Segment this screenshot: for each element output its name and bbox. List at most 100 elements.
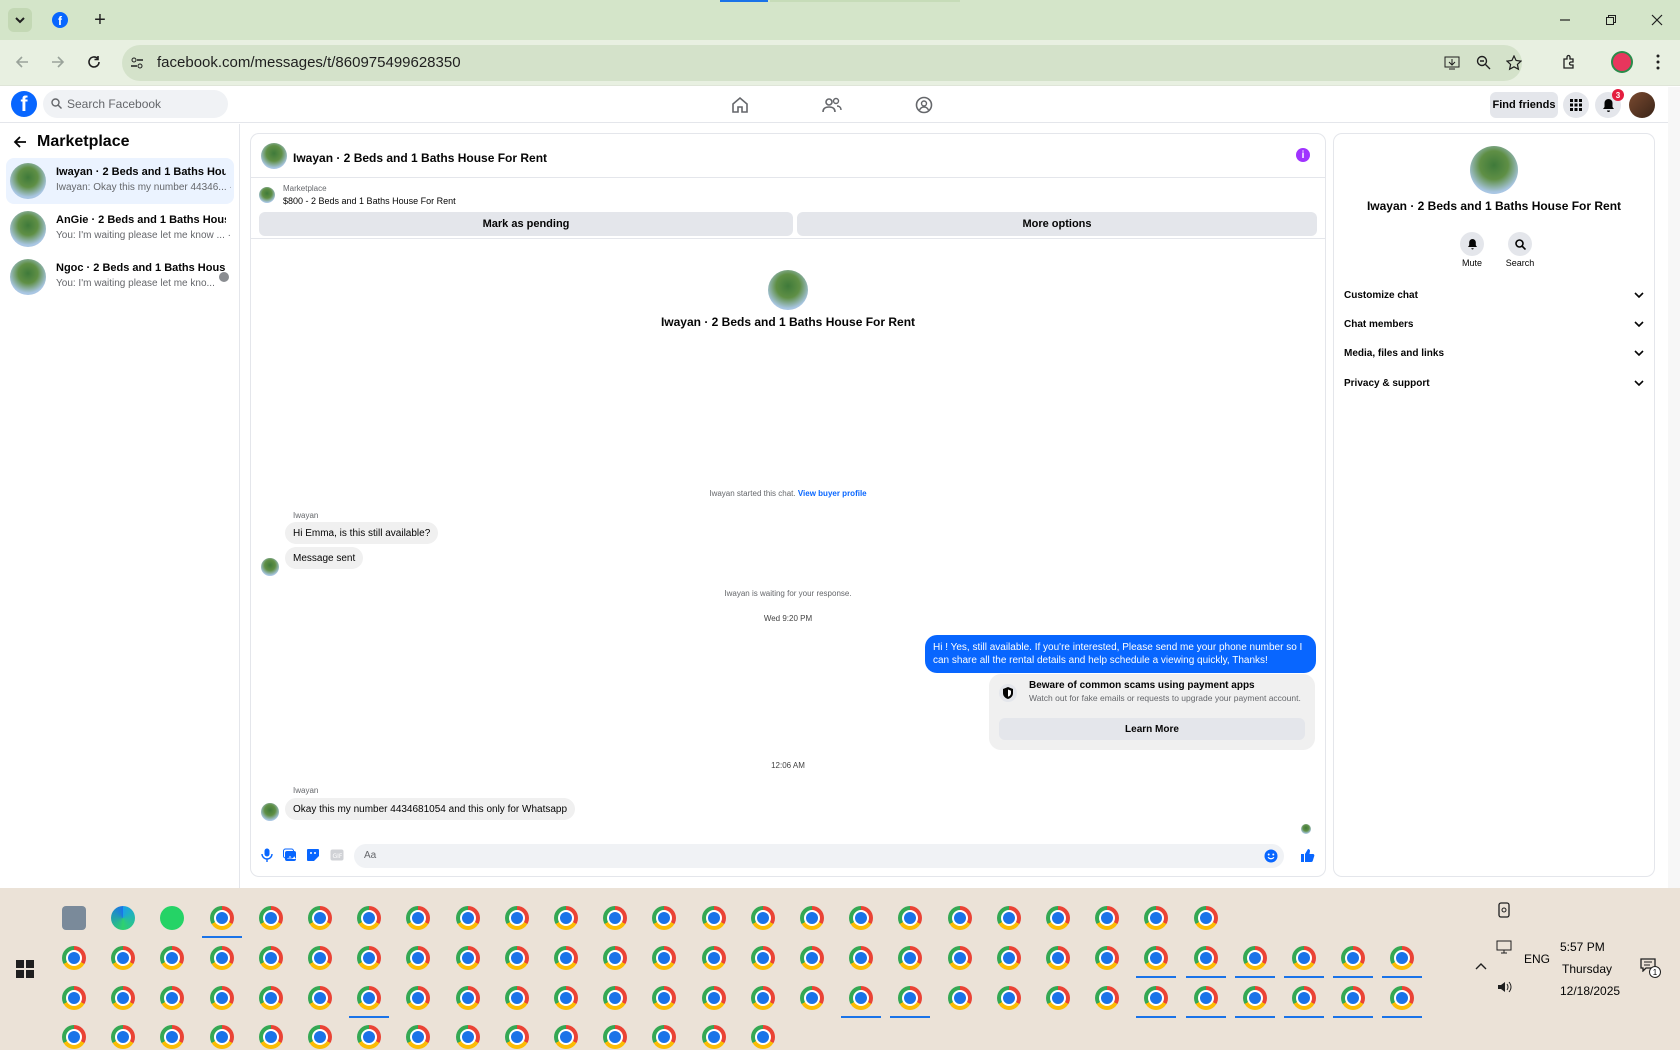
chrome-taskbar-icon[interactable] [455, 906, 480, 930]
chat-title[interactable]: Iwayan · 2 Beds and 1 Baths House For Re… [293, 151, 547, 165]
learn-more-button[interactable]: Learn More [999, 718, 1305, 740]
whatsapp-icon[interactable] [160, 906, 185, 930]
site-info-icon[interactable] [130, 56, 144, 70]
chrome-taskbar-icon[interactable] [1242, 986, 1267, 1010]
chrome-taskbar-icon[interactable] [357, 986, 382, 1010]
more-options-button[interactable]: More options [797, 212, 1317, 236]
chrome-taskbar-icon[interactable] [1242, 946, 1267, 970]
chrome-taskbar-icon[interactable] [1341, 946, 1366, 970]
chrome-taskbar-icon[interactable] [1292, 986, 1316, 1010]
star-icon[interactable] [1506, 55, 1522, 71]
chrome-taskbar-icon[interactable] [1144, 986, 1169, 1010]
listing-thumbnail[interactable] [259, 187, 275, 203]
sender-avatar[interactable] [261, 803, 279, 821]
friends-nav-button[interactable] [822, 95, 842, 115]
chrome-taskbar-icon[interactable] [554, 906, 578, 930]
chrome-taskbar-icon[interactable] [504, 906, 529, 930]
chrome-taskbar-icon[interactable] [701, 946, 726, 970]
chrome-taskbar-icon[interactable] [554, 1025, 578, 1049]
chrome-taskbar-icon[interactable] [898, 906, 923, 930]
chrome-taskbar-icon[interactable] [406, 986, 431, 1010]
chrome-taskbar-icon[interactable] [554, 946, 578, 970]
chrome-taskbar-icon[interactable] [504, 986, 529, 1010]
chrome-taskbar-icon[interactable] [701, 906, 726, 930]
language-indicator[interactable]: ENG [1524, 952, 1550, 966]
chrome-taskbar-icon[interactable] [455, 946, 480, 970]
sender-avatar[interactable] [261, 558, 279, 576]
chrome-taskbar-icon[interactable] [750, 986, 775, 1010]
chrome-taskbar-icon[interactable] [455, 1025, 480, 1049]
network-icon[interactable] [1496, 940, 1512, 954]
chrome-taskbar-icon[interactable] [652, 906, 677, 930]
chrome-taskbar-icon[interactable] [209, 906, 234, 930]
page-scrollbar[interactable] [1668, 87, 1680, 888]
chrome-taskbar-icon[interactable] [357, 1025, 382, 1049]
conversation-item[interactable]: Iwayan · 2 Beds and 1 Baths House... Iwa… [6, 158, 234, 204]
chrome-taskbar-icon[interactable] [308, 946, 332, 970]
search-input[interactable]: Search Facebook [43, 90, 228, 118]
facebook-tab[interactable]: f [48, 8, 72, 32]
notification-center-button[interactable]: 1 [1640, 958, 1662, 978]
back-arrow-icon[interactable] [13, 135, 27, 149]
chrome-taskbar-icon[interactable] [308, 1025, 332, 1049]
chrome-taskbar-icon[interactable] [947, 946, 972, 970]
info-icon[interactable]: i [1296, 148, 1310, 162]
chrome-taskbar-icon[interactable] [308, 906, 332, 930]
account-avatar[interactable] [1629, 92, 1655, 118]
chrome-taskbar-icon[interactable] [603, 1025, 628, 1049]
chrome-taskbar-icon[interactable] [357, 906, 382, 930]
chrome-taskbar-icon[interactable] [406, 946, 431, 970]
chrome-taskbar-icon[interactable] [701, 1025, 726, 1049]
conversation-item[interactable]: Ngoc · 2 Beds and 1 Baths Hous... You: I… [6, 254, 234, 300]
sticker-icon[interactable] [306, 848, 320, 862]
chat-avatar[interactable] [261, 143, 287, 169]
chrome-taskbar-icon[interactable] [62, 986, 86, 1010]
chrome-taskbar-icon[interactable] [1095, 906, 1120, 930]
listing-price[interactable]: $800 - 2 Beds and 1 Baths House For Rent [283, 196, 456, 206]
clock-day[interactable]: Thursday [1562, 962, 1612, 976]
chrome-taskbar-icon[interactable] [1193, 946, 1218, 970]
chrome-taskbar-icon[interactable] [652, 1025, 677, 1049]
chrome-taskbar-icon[interactable] [111, 986, 136, 1010]
chrome-taskbar-icon[interactable] [1095, 986, 1120, 1010]
chrome-taskbar-icon[interactable] [849, 946, 874, 970]
mute-button[interactable] [1460, 232, 1484, 256]
message-input[interactable]: Aa [354, 844, 1284, 868]
search-conversation-button[interactable] [1508, 232, 1532, 256]
profile-nav-button[interactable] [914, 95, 934, 115]
message-bubble[interactable]: Hi Emma, is this still available? [285, 522, 439, 544]
menu-button[interactable] [1563, 92, 1589, 118]
mark-pending-button[interactable]: Mark as pending [259, 212, 793, 236]
photo-icon[interactable] [283, 848, 297, 862]
chrome-taskbar-icon[interactable] [1193, 986, 1218, 1010]
chrome-taskbar-icon[interactable] [209, 1025, 234, 1049]
section-customize-chat[interactable]: Customize chat [1344, 284, 1644, 306]
chrome-taskbar-icon[interactable] [62, 1025, 86, 1049]
chrome-taskbar-icon[interactable] [1046, 946, 1070, 970]
chrome-taskbar-icon[interactable] [258, 1025, 283, 1049]
chrome-taskbar-icon[interactable] [603, 986, 628, 1010]
chrome-taskbar-icon[interactable] [1144, 906, 1169, 930]
home-nav-button[interactable] [730, 95, 750, 115]
chrome-taskbar-icon[interactable] [800, 986, 824, 1010]
chrome-taskbar-icon[interactable] [603, 946, 628, 970]
chrome-taskbar-icon[interactable] [1341, 986, 1366, 1010]
edge-browser-icon[interactable] [111, 906, 136, 930]
chrome-taskbar-icon[interactable] [1046, 986, 1070, 1010]
chrome-taskbar-icon[interactable] [996, 946, 1021, 970]
chrome-taskbar-icon[interactable] [750, 906, 775, 930]
chrome-taskbar-icon[interactable] [308, 986, 332, 1010]
chrome-taskbar-icon[interactable] [947, 906, 972, 930]
section-media-files[interactable]: Media, files and links [1344, 342, 1644, 364]
forward-button[interactable] [46, 50, 70, 74]
chevron-up-icon[interactable] [1475, 962, 1487, 970]
chrome-taskbar-icon[interactable] [504, 946, 529, 970]
message-bubble[interactable]: Okay this my number 4434681054 and this … [285, 798, 576, 820]
restore-button[interactable] [1599, 8, 1623, 32]
chrome-taskbar-icon[interactable] [652, 986, 677, 1010]
chrome-taskbar-icon[interactable] [652, 946, 677, 970]
chrome-taskbar-icon[interactable] [750, 1025, 775, 1049]
chrome-taskbar-icon[interactable] [849, 986, 874, 1010]
profile-button[interactable] [1610, 50, 1634, 74]
minimize-button[interactable] [1553, 8, 1577, 32]
